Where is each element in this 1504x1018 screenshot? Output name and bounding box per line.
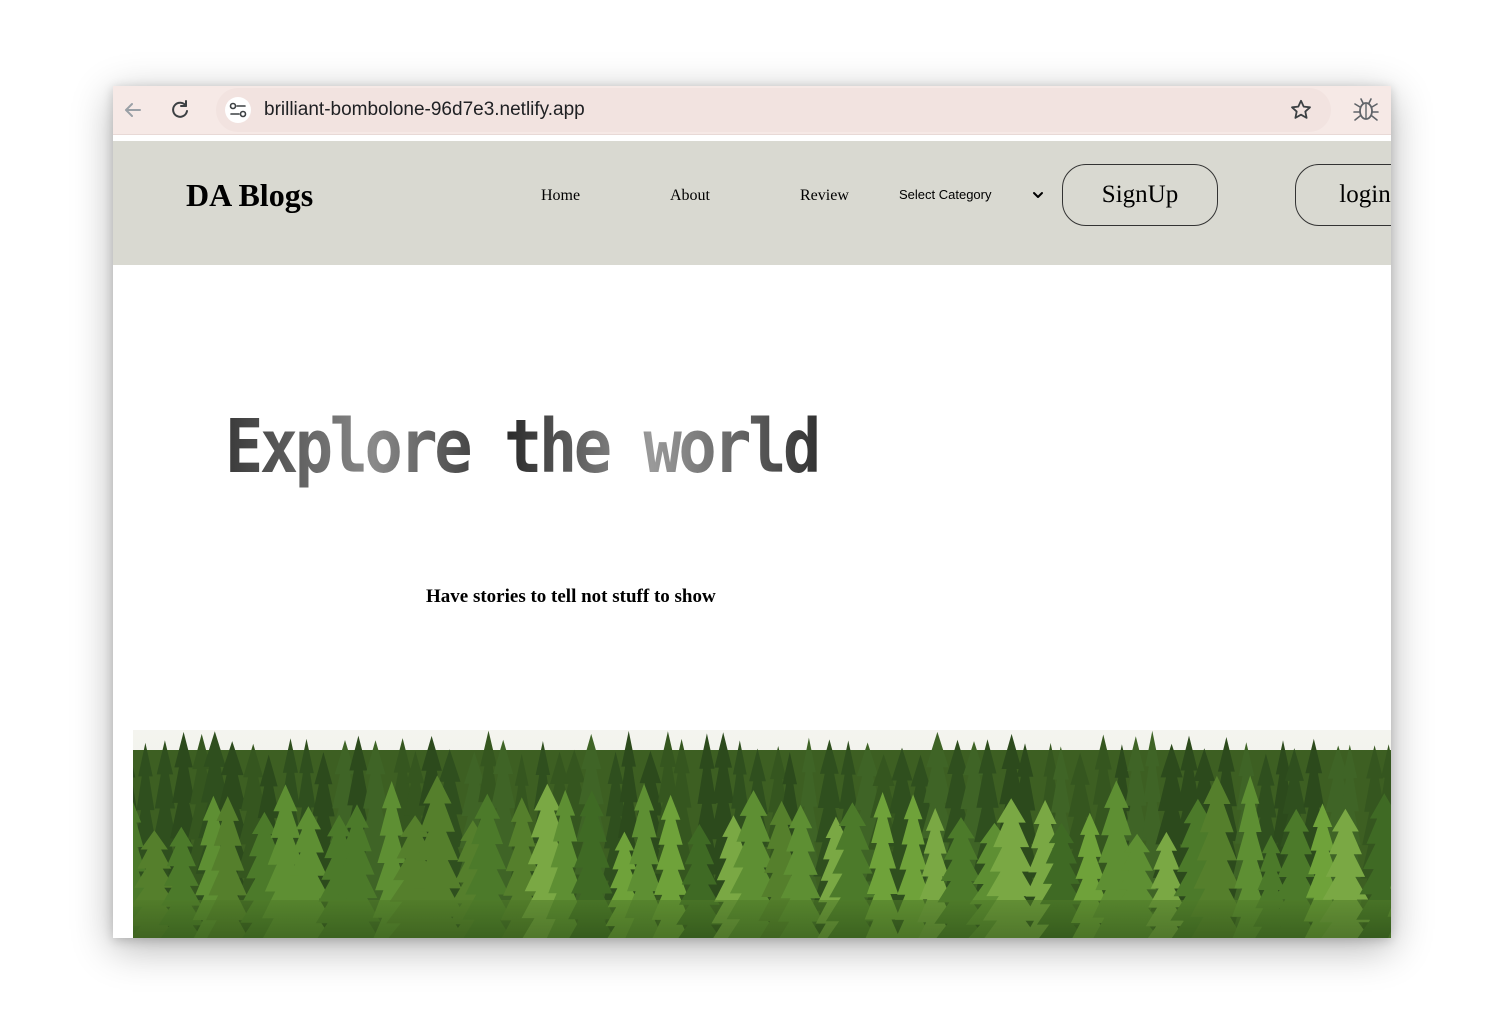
back-button[interactable]	[119, 96, 147, 124]
screenshot-stage: brilliant-bombolone-96d7e3.netlify.app D…	[0, 0, 1504, 1018]
browser-window: brilliant-bombolone-96d7e3.netlify.app D…	[113, 86, 1391, 938]
category-select-value: Select Category	[899, 187, 992, 202]
browser-toolbar: brilliant-bombolone-96d7e3.netlify.app	[113, 86, 1391, 135]
reload-icon	[172, 100, 188, 118]
reload-button[interactable]	[166, 96, 194, 124]
url-text[interactable]: brilliant-bombolone-96d7e3.netlify.app	[264, 88, 585, 132]
hero-title: Explore the world	[225, 404, 821, 490]
star-icon[interactable]	[1289, 98, 1313, 122]
site-logo-text[interactable]: DA Blogs	[186, 177, 313, 214]
signup-button[interactable]: SignUp	[1062, 164, 1218, 226]
arrow-left-icon	[125, 103, 141, 117]
nav-about-link[interactable]: About	[670, 187, 710, 205]
hero-tagline: Have stories to tell not stuff to show	[426, 586, 716, 607]
chevron-down-icon	[1033, 192, 1043, 198]
login-button[interactable]: login	[1295, 164, 1391, 226]
address-bar[interactable]: brilliant-bombolone-96d7e3.netlify.app	[216, 88, 1331, 132]
site-header: DA Blogs Home About Review Select Catego…	[113, 141, 1391, 265]
bug-extension-icon[interactable]	[1353, 96, 1379, 124]
nav-home-link[interactable]: Home	[541, 187, 580, 205]
forest-image	[133, 730, 1391, 938]
category-select[interactable]: Select Category	[899, 183, 1049, 209]
tune-icon[interactable]	[225, 97, 251, 123]
forest-photo	[133, 730, 1391, 938]
nav-review-link[interactable]: Review	[800, 187, 849, 205]
